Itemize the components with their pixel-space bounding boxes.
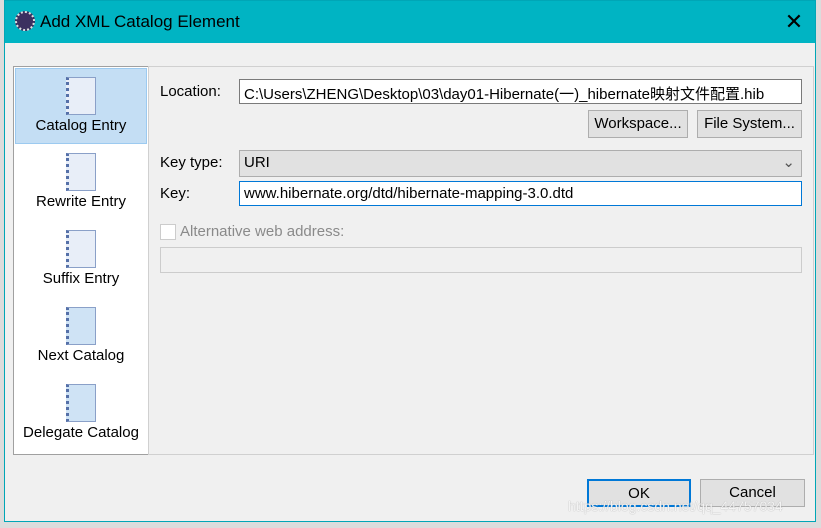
sidebar-item-catalog-entry[interactable]: Catalog Entry	[15, 68, 147, 144]
sidebar-item-label: Next Catalog	[37, 347, 125, 364]
sidebar-item-label: Rewrite Entry	[35, 193, 127, 210]
window-title: Add XML Catalog Element	[40, 12, 240, 31]
delegate-catalog-icon	[66, 384, 96, 422]
catalog-entry-icon	[66, 77, 96, 115]
sidebar-item-label: Delegate Catalog	[23, 424, 139, 441]
chevron-down-icon: ⌄	[782, 154, 795, 171]
close-button[interactable]: ✕	[781, 9, 807, 35]
next-catalog-icon	[66, 307, 96, 345]
alternative-web-address-checkbox[interactable]	[160, 224, 176, 240]
location-label: Location:	[160, 83, 221, 100]
title-bar: Add XML Catalog Element ✕	[5, 1, 815, 43]
entry-form: Location: C:\Users\ZHENG\Desktop\03\day0…	[148, 66, 814, 455]
key-label: Key:	[160, 185, 191, 202]
sidebar-item-next-catalog[interactable]: Next Catalog	[15, 299, 147, 375]
key-type-label: Key type:	[160, 154, 223, 171]
rewrite-entry-icon	[66, 153, 96, 191]
element-type-list: Catalog Entry Rewrite Entry Suffix Entry…	[13, 66, 149, 455]
location-input[interactable]: C:\Users\ZHENG\Desktop\03\day01-Hibernat…	[239, 79, 802, 104]
sidebar-item-delegate-catalog[interactable]: Delegate Catalog	[15, 376, 147, 452]
sidebar-item-label: Suffix Entry	[42, 270, 120, 287]
dialog: Add XML Catalog Element ✕ Catalog Entry …	[4, 0, 816, 522]
key-input[interactable]: www.hibernate.org/dtd/hibernate-mapping-…	[239, 181, 802, 206]
eclipse-icon	[15, 11, 35, 31]
sidebar-item-label: Catalog Entry	[35, 117, 127, 134]
watermark: https://blog.csdn.net/qq_44757034	[568, 498, 783, 514]
workspace-button[interactable]: Workspace...	[588, 110, 688, 138]
key-type-select[interactable]: URI ⌄	[239, 150, 802, 177]
sidebar-item-rewrite-entry[interactable]: Rewrite Entry	[15, 145, 147, 221]
file-system-button[interactable]: File System...	[697, 110, 802, 138]
sidebar-item-suffix-entry[interactable]: Suffix Entry	[15, 222, 147, 298]
key-type-value: URI	[244, 154, 270, 171]
suffix-entry-icon	[66, 230, 96, 268]
alternative-web-address-label: Alternative web address:	[180, 223, 345, 240]
alternative-web-address-input[interactable]	[160, 247, 802, 273]
